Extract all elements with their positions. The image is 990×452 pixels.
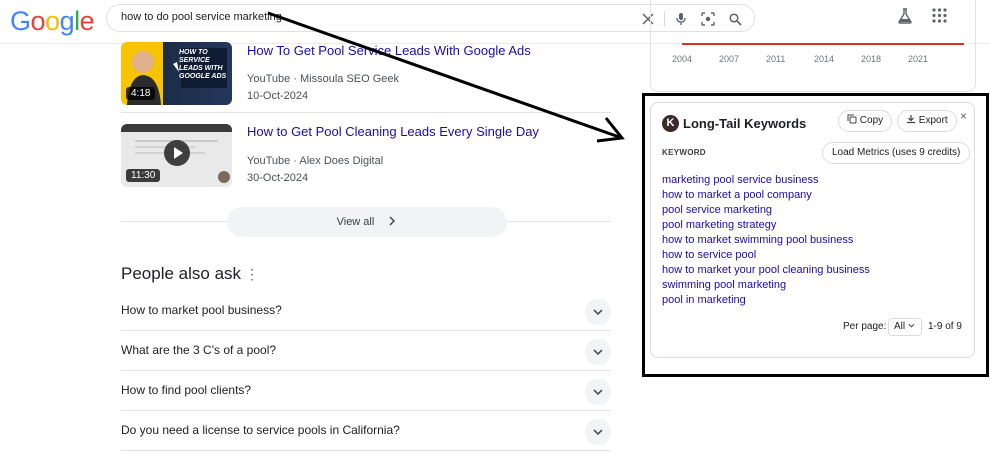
keyword-link[interactable]: pool in marketing [662, 293, 870, 308]
keyword-link[interactable]: pool marketing strategy [662, 218, 870, 233]
keyword-link[interactable]: how to market a pool company [662, 188, 870, 203]
close-icon[interactable]: × [960, 109, 967, 123]
search-input[interactable]: how to do pool service marketing [121, 11, 282, 23]
logo-letter: G [10, 6, 31, 36]
paa-question[interactable]: How to market pool business? [121, 291, 611, 331]
pagination-bar: Per page: All 1-9 of 9 [651, 318, 976, 338]
chevron-right-icon [389, 216, 396, 226]
paa-question[interactable]: Do you need a license to service pools i… [121, 411, 611, 451]
expand-button[interactable] [585, 419, 611, 445]
view-all-label: View all [336, 216, 375, 228]
play-button[interactable] [164, 140, 190, 166]
download-icon [907, 115, 915, 124]
keyword-link[interactable]: pool service marketing [662, 203, 870, 218]
keyword-link[interactable]: how to market swimming pool business [662, 233, 870, 248]
paa-question-text: What are the 3 C's of a pool? [121, 343, 277, 357]
video-title[interactable]: How to Get Pool Cleaning Leads Every Sin… [247, 124, 539, 139]
video-duration: 4:18 [126, 87, 156, 100]
export-button[interactable]: Export [897, 110, 957, 132]
more-options-icon[interactable]: ⋮ [245, 266, 259, 283]
year-label: 2011 [766, 54, 786, 64]
keyword-link[interactable]: swimming pool marketing [662, 278, 870, 293]
people-also-ask-heading: People also ask [121, 264, 242, 283]
paa-question[interactable]: How to find pool clients? [121, 371, 611, 411]
video-source: YouTube · Alex Does Digital [247, 155, 384, 167]
per-page-value: All [894, 321, 906, 332]
copy-label: Copy [859, 115, 884, 126]
video-thumbnail[interactable]: 11:30 [121, 124, 232, 187]
page-range: 1-9 of 9 [928, 321, 962, 332]
year-label: 2007 [719, 54, 740, 64]
keyword-link[interactable]: how to market your pool cleaning busines… [662, 263, 870, 278]
chevron-down-icon [593, 429, 603, 436]
copy-button[interactable]: Copy [838, 110, 893, 132]
video-duration: 11:30 [126, 169, 161, 182]
export-label: Export [918, 115, 948, 126]
paa-question-text: How to find pool clients? [121, 383, 252, 397]
trends-chart-panel [650, 0, 976, 92]
chevron-down-icon [593, 349, 603, 356]
keyword-link[interactable]: how to service pool [662, 248, 870, 263]
logo-letter: o [30, 6, 46, 36]
load-metrics-button[interactable]: Load Metrics (uses 9 credits) [822, 142, 971, 164]
year-label: 2014 [814, 54, 835, 64]
long-tail-keywords-panel: K Long-Tail Keywords Copy Export × KEYWO… [650, 102, 975, 358]
keyword-list: marketing pool service business how to m… [662, 173, 870, 308]
search-results-page: Google how to do pool service marketing [0, 0, 990, 452]
keyword-link[interactable]: marketing pool service business [662, 173, 870, 188]
expand-button[interactable] [585, 339, 611, 365]
trend-line [682, 43, 964, 45]
panel-title: Long-Tail Keywords [683, 116, 807, 131]
logo-letter: g [59, 6, 75, 36]
year-label: 2021 [908, 54, 929, 64]
logo-letter: e [79, 6, 95, 36]
video-title[interactable]: How To Get Pool Service Leads With Googl… [247, 43, 531, 58]
expand-button[interactable] [585, 299, 611, 325]
video-divider [121, 112, 611, 113]
video-date: 10-Oct-2024 [247, 90, 309, 102]
chevron-down-icon [593, 389, 603, 396]
video-date: 30-Oct-2024 [247, 172, 309, 184]
video-thumbnail[interactable]: HOW TO SERVICE LEADS WITH GOOGLE ADS 4:1… [121, 42, 232, 105]
extension-logo: K [662, 115, 679, 132]
copy-icon [847, 114, 857, 124]
paa-question[interactable]: What are the 3 C's of a pool? [121, 331, 611, 371]
thumbnail-caption: HOW TO SERVICE LEADS WITH GOOGLE ADS [179, 49, 227, 80]
year-label: 2018 [861, 54, 882, 64]
video-source: YouTube · Missoula SEO Geek [247, 73, 400, 85]
chevron-down-icon [593, 309, 603, 316]
per-page-label: Per page: [843, 321, 887, 332]
year-label: 2004 [672, 54, 693, 64]
expand-button[interactable] [585, 379, 611, 405]
paa-question-text: How to market pool business? [121, 303, 282, 317]
view-all-button[interactable]: View all [227, 207, 507, 237]
paa-question-text: Do you need a license to service pools i… [121, 423, 400, 437]
logo-letter: o [45, 6, 60, 36]
keyword-column-header: KEYWORD [662, 148, 706, 157]
play-icon [174, 147, 183, 159]
chevron-down-icon [908, 323, 915, 328]
per-page-select[interactable]: All [888, 318, 922, 336]
google-logo[interactable]: Google [10, 6, 95, 37]
